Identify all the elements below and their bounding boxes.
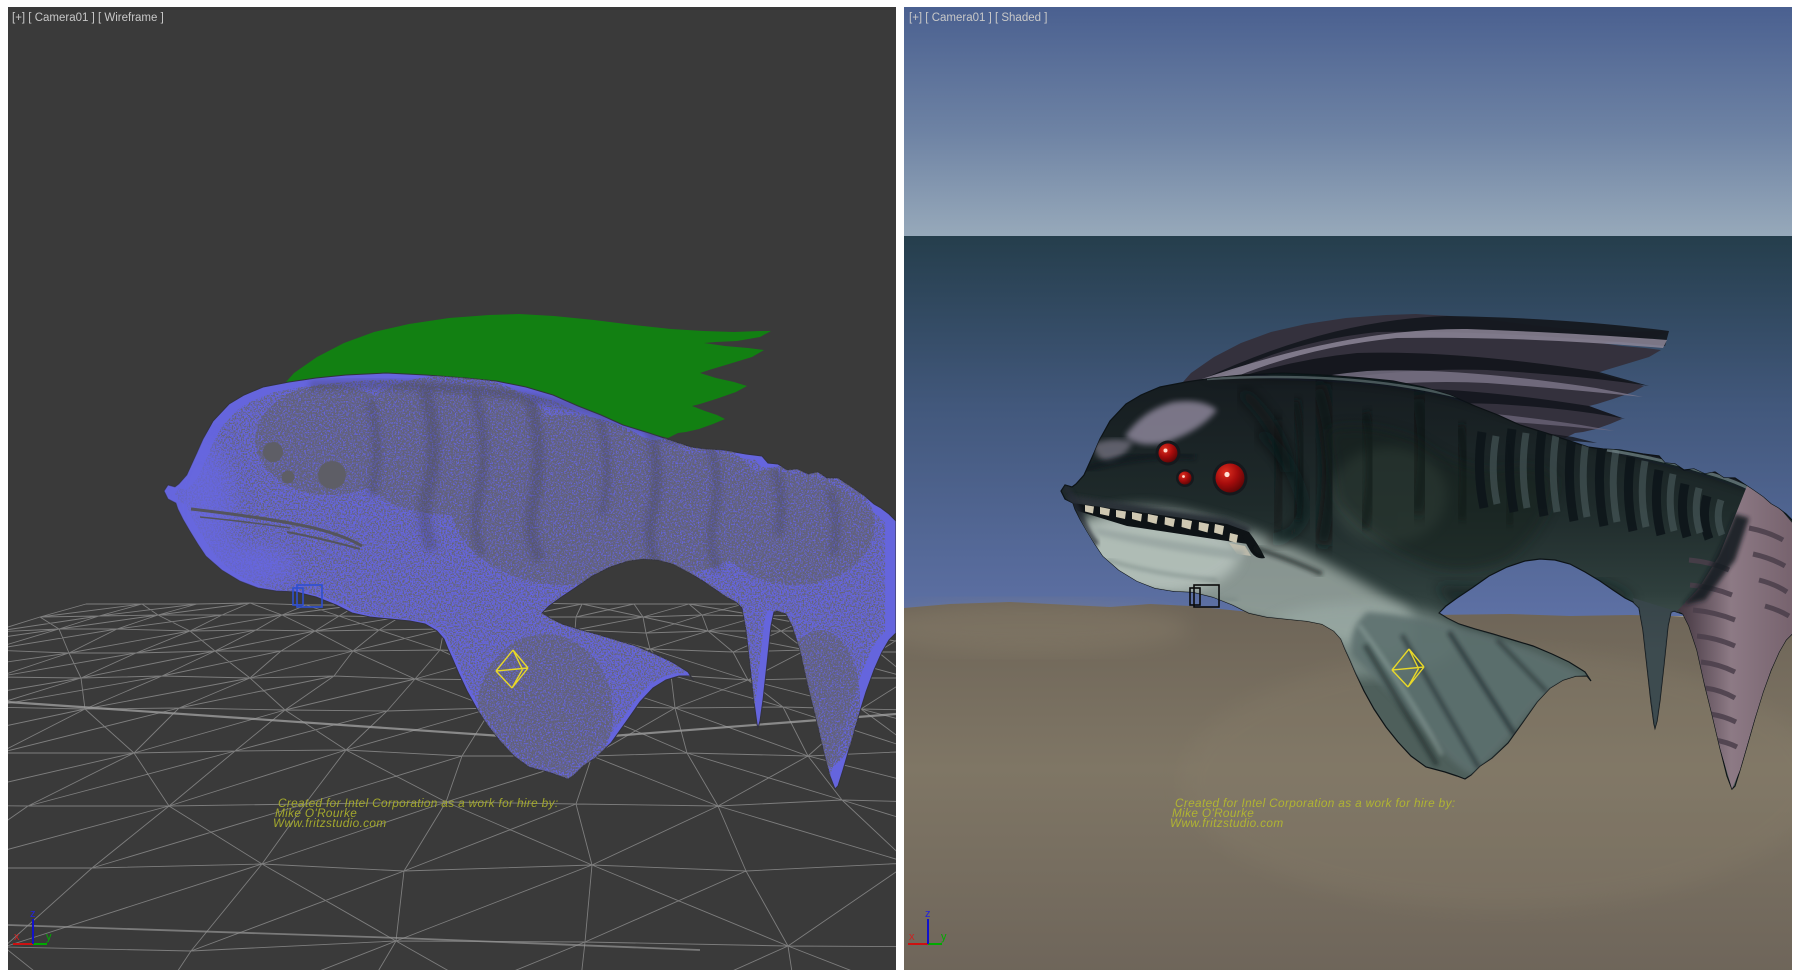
svg-text:Www.fritzstudio.com: Www.fritzstudio.com	[273, 816, 387, 830]
svg-text:y: y	[941, 931, 947, 943]
svg-text:x: x	[14, 931, 20, 943]
svg-text:[+] [ Camera01 ] [ Shaded ]: [+] [ Camera01 ] [ Shaded ]	[909, 12, 1047, 24]
svg-text:z: z	[925, 908, 931, 920]
svg-text:[+] [ Camera01 ] [ Wireframe ]: [+] [ Camera01 ] [ Wireframe ]	[12, 12, 164, 24]
svg-text:y: y	[46, 931, 52, 943]
svg-text:x: x	[909, 931, 915, 943]
svg-text:z: z	[30, 908, 36, 920]
svg-text:Www.fritzstudio.com: Www.fritzstudio.com	[1170, 816, 1284, 830]
